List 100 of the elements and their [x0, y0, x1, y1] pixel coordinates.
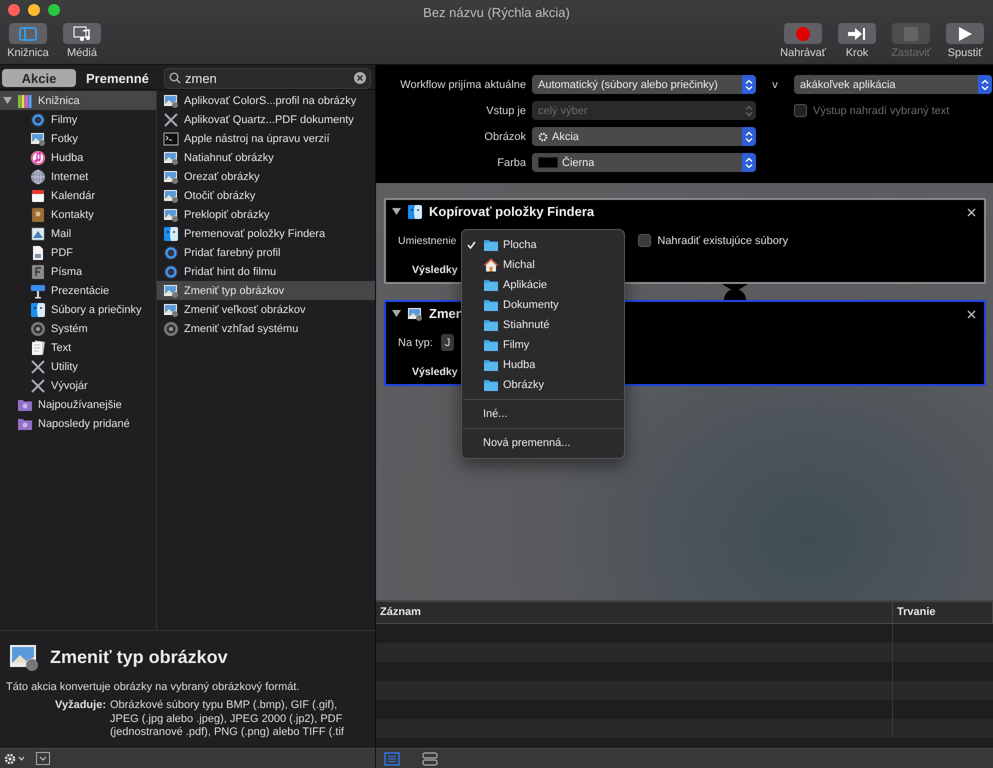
- search-field[interactable]: zmen: [164, 68, 371, 88]
- gear-menu-icon[interactable]: [4, 752, 26, 764]
- finder-icon: [163, 226, 179, 242]
- field-label: Farba: [496, 156, 526, 168]
- menu-item[interactable]: Nová premenná...: [462, 433, 624, 453]
- toolbar-button[interactable]: Spustiť: [939, 23, 991, 59]
- library-item[interactable]: Internet: [0, 167, 156, 186]
- library-item[interactable]: Text: [0, 338, 156, 357]
- folder-icon: [483, 237, 499, 253]
- action-list-item[interactable]: Aplikovať Quartz...PDF dokumenty: [157, 110, 375, 129]
- library-item[interactable]: Fotky: [0, 129, 156, 148]
- action-list-item[interactable]: Orezať obrázky: [157, 167, 375, 186]
- photo-icon: [163, 206, 179, 222]
- library-item[interactable]: Mail: [0, 224, 156, 243]
- action-list-item[interactable]: Zmeniť typ obrázkov: [157, 281, 375, 300]
- library-item[interactable]: Najpoužívanejšie: [0, 395, 156, 414]
- stop-icon: [903, 26, 919, 42]
- action-title: Zmeniť typ obrázkov: [50, 646, 228, 668]
- calendar-icon: [30, 188, 46, 204]
- library-item[interactable]: Súbory a priečinky: [0, 300, 156, 319]
- format-dropdown[interactable]: J: [440, 334, 454, 351]
- library-item[interactable]: Filmy: [0, 110, 156, 129]
- menu-item[interactable]: Plocha: [462, 235, 624, 255]
- disclosure-triangle-icon[interactable]: [392, 309, 401, 318]
- toolbar-button[interactable]: Médiá: [56, 23, 108, 59]
- tab[interactable]: Akcie: [2, 69, 76, 87]
- terminal-icon: [163, 130, 179, 146]
- finder-icon: [30, 302, 46, 318]
- tab[interactable]: Premenné: [80, 69, 154, 87]
- application-dropdown[interactable]: akákoľvek aplikácia: [794, 75, 992, 94]
- library-item[interactable]: Systém: [0, 319, 156, 338]
- toolbar-button[interactable]: Nahrávať: [777, 23, 829, 59]
- description-toggle-icon[interactable]: [36, 752, 50, 765]
- music-note-icon: [30, 150, 46, 166]
- close-button[interactable]: [8, 4, 20, 16]
- folder-icon: [483, 357, 499, 373]
- library-item[interactable]: Knižnica: [0, 91, 156, 110]
- folder-icon: [483, 277, 499, 293]
- requires-text: Obrázkové súbory typu BMP (.bmp), GIF (.gif), JPEG (.jpg alebo .jpeg), JPEG 2000 (.jp2), PDF (jednostranové .pdf), PNG (.png) alebo TIFF (.tif: [110, 699, 345, 740]
- library-item[interactable]: Prezentácie: [0, 281, 156, 300]
- quicktime-icon: [163, 264, 179, 280]
- library-item[interactable]: PDF: [0, 243, 156, 262]
- column-header[interactable]: Záznam: [376, 602, 893, 623]
- action-list-item[interactable]: Pridať hint do filmu: [157, 262, 375, 281]
- disclosure-triangle-icon[interactable]: [2, 96, 12, 105]
- photo-icon: [163, 282, 179, 298]
- color-swatch: [538, 157, 558, 168]
- photo-icon: [163, 168, 179, 184]
- library-item[interactable]: Kontakty: [0, 205, 156, 224]
- library-item[interactable]: Naposledy pridané: [0, 414, 156, 433]
- folder-icon: [483, 297, 499, 313]
- library-item[interactable]: Hudba: [0, 148, 156, 167]
- action-list-item[interactable]: Zmeniť veľkosť obrázkov: [157, 300, 375, 319]
- image-dropdown[interactable]: Akcia: [532, 127, 756, 146]
- crossed-tools-icon: [30, 378, 46, 394]
- crossed-tools-icon: [30, 358, 46, 374]
- menu-item[interactable]: Michal: [462, 255, 624, 275]
- step-icon: [847, 26, 867, 40]
- field-label: Na typ:: [398, 336, 433, 348]
- input-type-dropdown[interactable]: Automatický (súbory alebo priečinky): [532, 75, 756, 94]
- photo-icon: [163, 188, 179, 204]
- menu-item[interactable]: Filmy: [462, 335, 624, 355]
- action-list-item[interactable]: Pridať farebný profil: [157, 243, 375, 262]
- action-list-item[interactable]: Apple nástroj na úpravu verzií: [157, 129, 375, 148]
- results-label: Výsledky: [412, 366, 458, 378]
- action-list-item[interactable]: Natiahnuť obrázky: [157, 148, 375, 167]
- library-item[interactable]: Kalendár: [0, 186, 156, 205]
- menu-item[interactable]: Iné...: [462, 404, 624, 424]
- minimize-button[interactable]: [28, 4, 40, 16]
- disclosure-triangle-icon[interactable]: [392, 207, 401, 216]
- stepper-icon: [745, 156, 753, 168]
- photo-icon: [163, 92, 179, 108]
- zoom-button[interactable]: [48, 4, 60, 16]
- gear-icon: [163, 320, 179, 336]
- connector-icon: [722, 284, 748, 300]
- action-list-item[interactable]: Zmeniť vzhľad systému: [157, 319, 375, 338]
- gear-icon: [538, 132, 548, 142]
- library-item[interactable]: Utility: [0, 357, 156, 376]
- action-card-title: Kopírovať položky Findera: [429, 204, 594, 220]
- toolbar-button[interactable]: Knižnica: [2, 23, 54, 59]
- stepper-icon: [745, 78, 753, 90]
- replace-files-checkbox[interactable]: Nahradiť existujúce súbory: [638, 234, 788, 247]
- address-book-icon: [30, 206, 46, 222]
- stepper-icon: [981, 78, 989, 90]
- action-list-item[interactable]: Aplikovať ColorS...profil na obrázky: [157, 91, 375, 110]
- action-list-item[interactable]: Otočiť obrázky: [157, 186, 375, 205]
- results-label: Výsledky: [412, 264, 458, 276]
- action-list-item[interactable]: Premenovať položky Findera: [157, 224, 375, 243]
- checkmark-icon: [467, 241, 476, 249]
- menu-item[interactable]: Stiahnuté: [462, 315, 624, 335]
- library-item[interactable]: Písma: [0, 262, 156, 281]
- media-icon: [73, 26, 91, 42]
- library-item[interactable]: Vývojár: [0, 376, 156, 395]
- toolbar-button[interactable]: Krok: [831, 23, 883, 59]
- column-header[interactable]: Trvanie: [893, 602, 993, 623]
- color-dropdown[interactable]: Čierna: [532, 153, 756, 172]
- requires-label: Vyžaduje:: [54, 699, 106, 713]
- menu-item[interactable]: Hudba: [462, 355, 624, 375]
- action-list-item[interactable]: Preklopiť obrázky: [157, 205, 375, 224]
- clear-icon[interactable]: [354, 72, 366, 84]
